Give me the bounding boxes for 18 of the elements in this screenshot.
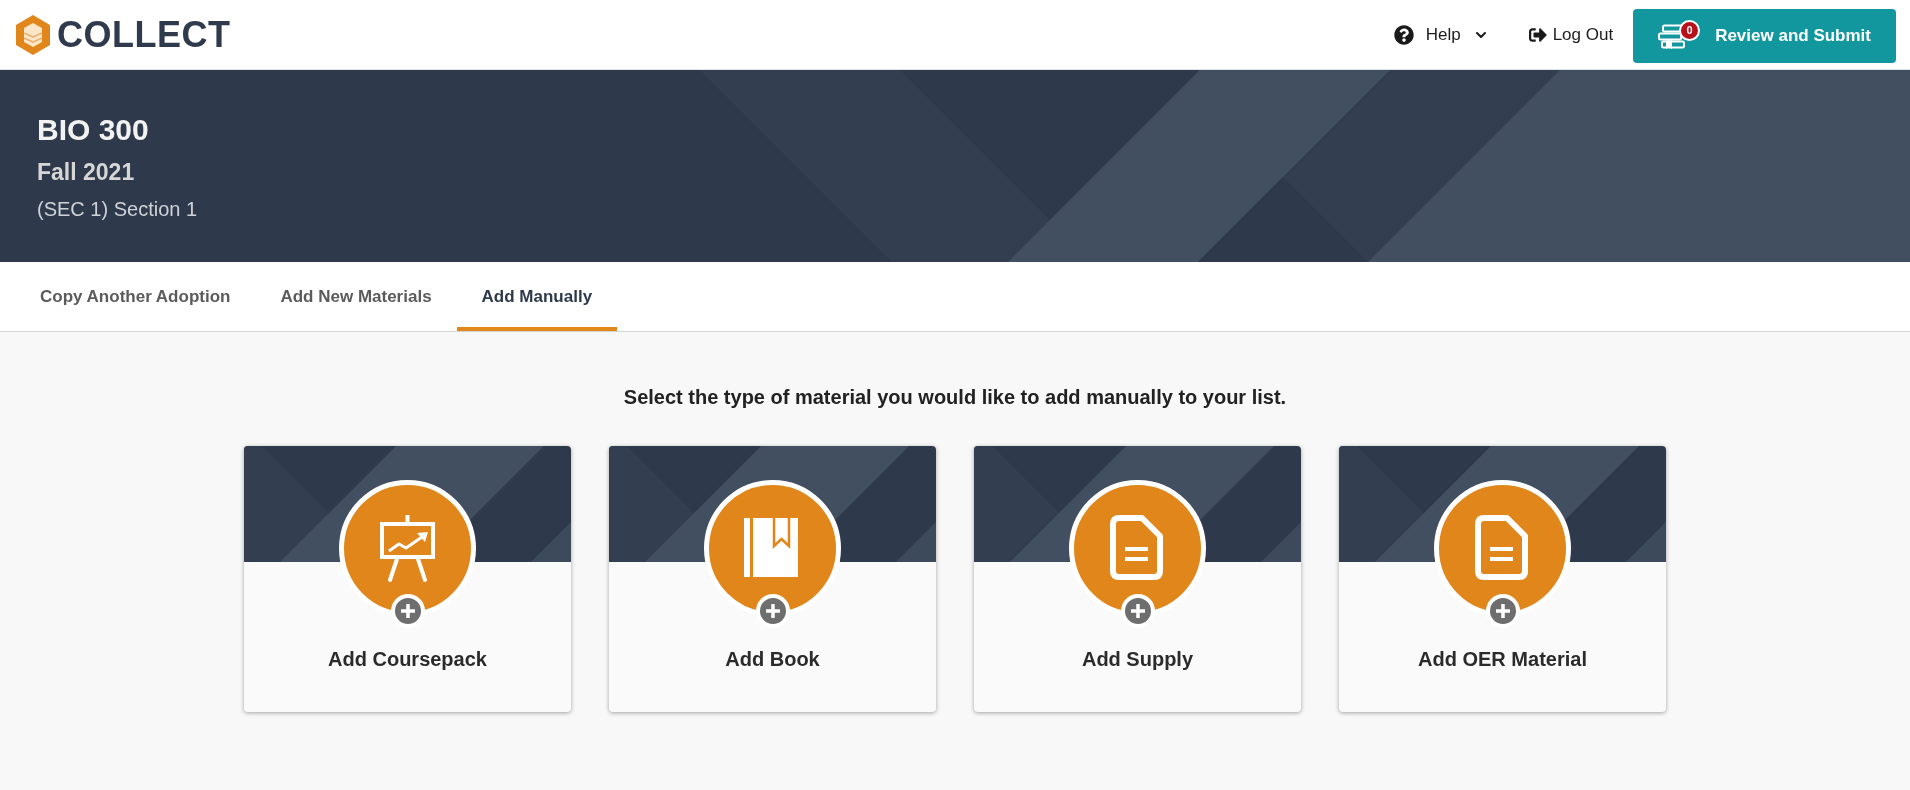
course-title: BIO 300: [37, 112, 149, 148]
log-out-button[interactable]: Log Out: [1528, 20, 1614, 49]
course-term: Fall 2021: [37, 158, 135, 186]
help-icon: [1393, 24, 1414, 45]
tab[interactable]: Add New Materials: [255, 262, 457, 331]
logo-icon: [15, 14, 51, 55]
material-card[interactable]: Add Supply: [974, 446, 1301, 712]
count-badge: 0: [1679, 20, 1701, 41]
review-and-submit-button[interactable]: 0 Review and Submit: [1633, 9, 1896, 63]
course-section: (SEC 1) Section 1: [37, 197, 198, 221]
logout-icon: [1528, 25, 1547, 44]
material-card[interactable]: Add Book: [609, 446, 936, 712]
material-card[interactable]: Add OER Material: [1339, 446, 1666, 712]
tab[interactable]: Copy Another Adoption: [15, 262, 256, 331]
material-card[interactable]: Add Coursepack: [244, 446, 571, 712]
help-menu-button[interactable]: Help: [1393, 20, 1489, 49]
instruction-heading: Select the type of material you would like to add manually to your list.: [623, 385, 1287, 409]
brand-name: COLLECT: [57, 14, 231, 55]
